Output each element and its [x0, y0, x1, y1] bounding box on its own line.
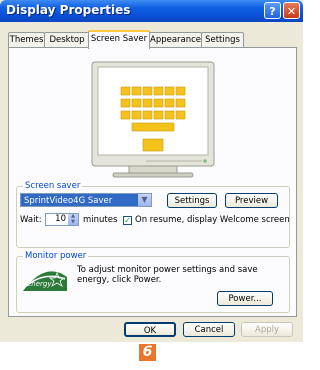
resume-label: On resume, display Welcome screen	[135, 215, 290, 225]
tab-screen-saver[interactable]: Screen Saver	[88, 30, 150, 49]
power-button[interactable]: Power...	[217, 291, 273, 306]
svg-text:energy: energy	[27, 280, 52, 288]
tab-themes[interactable]: Themes	[8, 32, 45, 47]
key-icon	[142, 86, 153, 96]
key-icon	[153, 110, 164, 120]
tab-appearance[interactable]: Appearance	[149, 32, 202, 47]
key-icon	[142, 110, 153, 120]
step-number-badge: 6	[139, 344, 156, 361]
tab-settings[interactable]: Settings	[201, 32, 244, 47]
key-icon	[175, 86, 186, 96]
wait-stepper[interactable]: 10 ▲ ▼	[45, 213, 79, 226]
energy-star-logo-icon: energy	[23, 271, 67, 291]
key-icon	[175, 110, 186, 120]
key-icon	[175, 98, 186, 108]
title-bar[interactable]: Display Properties ? ✕	[0, 0, 303, 22]
ok-button[interactable]: OK	[124, 322, 176, 337]
close-button[interactable]: ✕	[283, 2, 300, 19]
wait-value: 10	[55, 214, 66, 224]
pad-icon	[142, 138, 164, 152]
screen-saver-label: Screen saver	[23, 181, 83, 191]
tab-desktop[interactable]: Desktop	[44, 32, 90, 47]
display-properties-window: Display Properties ? ✕ Themes Desktop Sc…	[0, 0, 303, 342]
key-icon	[164, 110, 175, 120]
tab-panel: Screen saver SprintVideo4G Saver ▼ Setti…	[8, 47, 297, 317]
apply-button[interactable]: Apply	[241, 322, 293, 337]
cancel-button[interactable]: Cancel	[183, 322, 235, 337]
resume-checkbox[interactable]: ✓	[123, 216, 132, 225]
key-icon	[120, 98, 131, 108]
key-icon	[131, 110, 142, 120]
key-icon	[131, 86, 142, 96]
window-title: Display Properties	[6, 3, 131, 17]
monitor-power-text: To adjust monitor power settings and sav…	[77, 265, 258, 285]
spin-arrows-icon[interactable]: ▲ ▼	[68, 213, 78, 225]
screen-saver-selected: SprintVideo4G Saver	[24, 196, 113, 206]
screen-saver-select[interactable]: SprintVideo4G Saver ▼	[20, 193, 152, 207]
key-icon	[131, 98, 142, 108]
key-icon	[120, 86, 131, 96]
settings-button[interactable]: Settings	[167, 193, 217, 208]
key-icon	[153, 98, 164, 108]
chevron-down-icon[interactable]: ▼	[138, 194, 151, 206]
help-button[interactable]: ?	[264, 2, 281, 19]
key-icon	[164, 86, 175, 96]
wait-label: Wait:	[20, 215, 42, 225]
key-icon	[142, 98, 153, 108]
preview-button[interactable]: Preview	[225, 193, 278, 208]
key-icon	[164, 98, 175, 108]
screen-saver-group: Screen saver SprintVideo4G Saver ▼ Setti…	[16, 181, 290, 248]
spacebar-icon	[131, 122, 175, 132]
minutes-label: minutes	[83, 215, 118, 225]
monitor-preview-icon	[91, 61, 215, 178]
key-icon	[153, 86, 164, 96]
key-icon	[120, 110, 131, 120]
monitor-power-label: Monitor power	[23, 251, 89, 261]
monitor-power-group: Monitor power energy To adjust monitor p…	[16, 251, 290, 313]
